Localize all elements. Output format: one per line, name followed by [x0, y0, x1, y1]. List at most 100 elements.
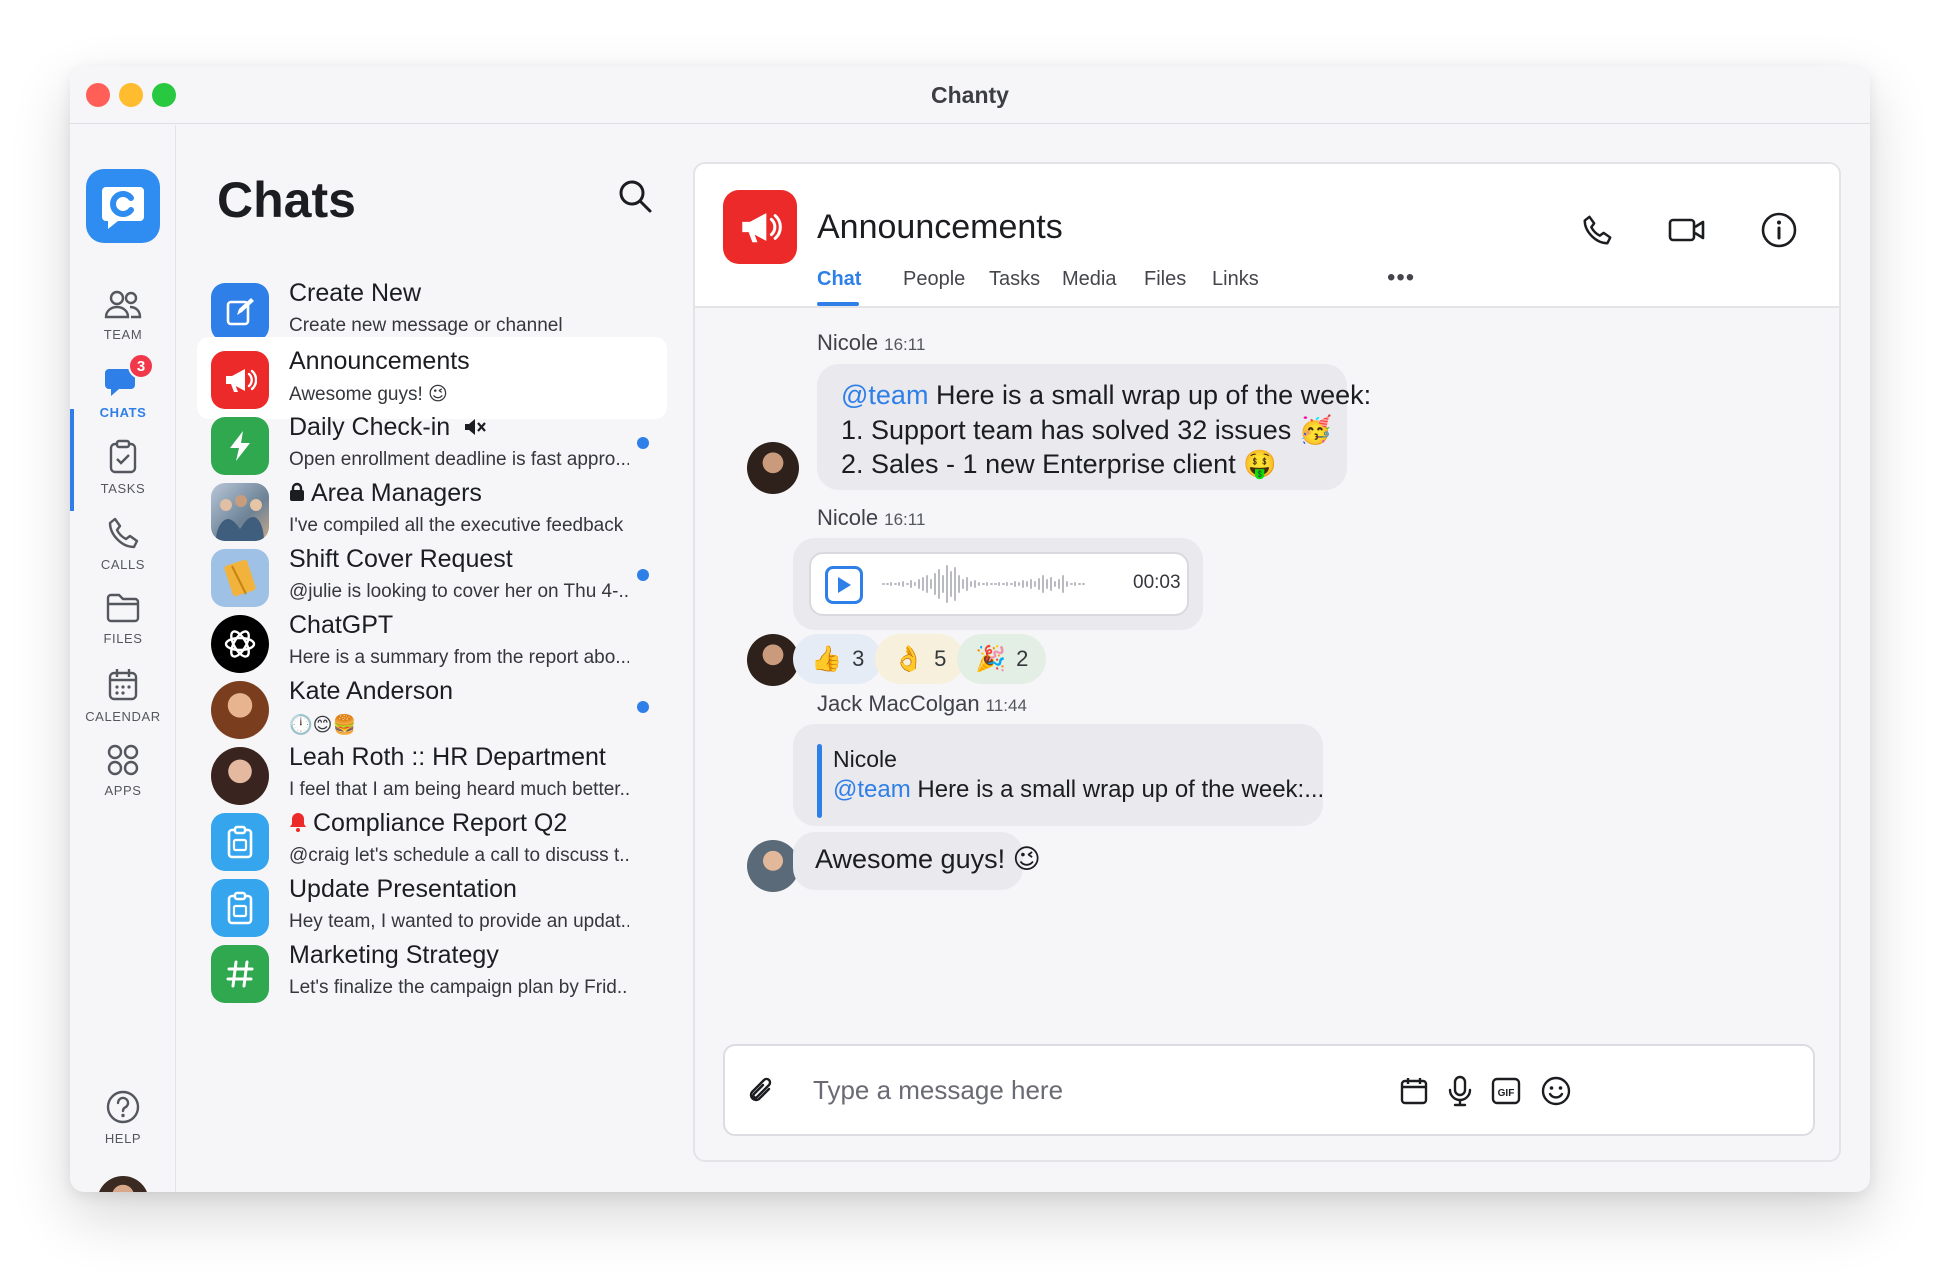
audio-duration: 00:03: [1133, 572, 1181, 593]
chat-preview: @julie is looking to cover her on Thu 4-…: [289, 581, 629, 602]
message-line: 2. Sales - 1 new Enterprise client 🤑: [841, 449, 1277, 479]
help-icon: [106, 1090, 140, 1124]
info-icon: [1761, 212, 1797, 248]
message-line: 1. Support team has solved 32 issues 🥳: [841, 415, 1333, 445]
message-bubble: Awesome guys! 😉: [793, 832, 1041, 890]
unread-dot: [637, 437, 649, 449]
user-avatar[interactable]: [97, 1176, 149, 1192]
tasks-icon: [109, 439, 137, 474]
smiley-icon: [1541, 1076, 1571, 1106]
quoted-message[interactable]: Nicole @team Here is a small wrap up of …: [793, 724, 1324, 826]
chat-name: Shift Cover Request: [289, 545, 513, 573]
apps-icon: [107, 744, 139, 776]
chat-preview: Create new message or channel: [289, 315, 563, 336]
rail-item-calendar[interactable]: CALENDAR: [70, 667, 176, 724]
conversation-pane: Announcements Chat People Tasks Media Fi…: [693, 162, 1841, 1162]
microphone-icon: [1448, 1075, 1472, 1107]
rail-item-help[interactable]: HELP: [70, 1089, 176, 1146]
reaction-emoji: 👌: [893, 644, 925, 673]
openai-icon: [211, 615, 269, 673]
chat-list-panel: Chats Create New Create new message or c…: [177, 125, 679, 1192]
compose-icon: [211, 283, 269, 341]
video-call-button[interactable]: [1665, 208, 1709, 252]
message-input[interactable]: Type a message here: [813, 1075, 1063, 1106]
voice-message-button[interactable]: [1439, 1070, 1481, 1112]
svg-text:GIF: GIF: [1498, 1088, 1515, 1099]
tab-files[interactable]: Files: [1144, 268, 1186, 291]
chat-preview: Let's finalize the campaign plan by Frid…: [289, 977, 629, 998]
avatar-photo: [211, 681, 269, 739]
gif-button[interactable]: GIF: [1485, 1070, 1527, 1112]
group-photo: [211, 483, 269, 541]
hash-icon: [211, 945, 269, 1003]
tab-media[interactable]: Media: [1062, 268, 1116, 291]
avatar[interactable]: [747, 634, 799, 686]
phone-icon: [1583, 215, 1612, 245]
avatar-photo: [211, 747, 269, 805]
sender-name: Nicole: [817, 505, 879, 530]
message-bubble: @team Here is a small wrap up of the wee…: [817, 364, 1371, 490]
chat-name: ChatGPT: [289, 611, 394, 639]
rail-item-team[interactable]: TEAM: [70, 289, 176, 342]
rail-item-tasks[interactable]: TASKS: [70, 439, 176, 496]
emoji-button[interactable]: [1535, 1070, 1577, 1112]
notebook-image: [211, 549, 269, 607]
chat-preview: Here is a summary from the report abo...: [289, 647, 629, 668]
quote-bar: [817, 744, 822, 818]
chat-name: Create New: [289, 279, 421, 307]
rail-item-apps[interactable]: APPS: [70, 743, 176, 798]
tab-chat[interactable]: Chat: [817, 268, 861, 291]
chat-name-text: Daily Check-in: [289, 413, 451, 441]
message-sender: Nicole 16:11: [817, 330, 925, 356]
sender-name: Nicole: [817, 330, 879, 355]
mention-link[interactable]: @team: [841, 380, 928, 410]
message-line: @team Here is a small wrap up of the wee…: [841, 380, 1371, 411]
reaction-thumbs-up[interactable]: 👍 3: [793, 634, 883, 684]
avatar[interactable]: [747, 840, 799, 892]
chanty-logo-icon: [102, 187, 144, 229]
call-button[interactable]: [1575, 208, 1619, 252]
reaction-party[interactable]: 🎉 2: [957, 634, 1047, 684]
rail-item-files[interactable]: FILES: [70, 591, 176, 646]
search-button[interactable]: [617, 178, 653, 219]
info-button[interactable]: [1757, 208, 1801, 252]
message-time: 16:11: [884, 335, 926, 354]
chat-preview: I've compiled all the executive feedback: [289, 515, 624, 536]
chat-name: Update Presentation: [289, 875, 517, 903]
title-bar: Chanty: [70, 66, 1870, 124]
rail-label-calls: CALLS: [100, 557, 146, 572]
tab-tasks[interactable]: Tasks: [989, 268, 1040, 291]
chat-name-text: Area Managers: [311, 479, 482, 507]
tab-people[interactable]: People: [903, 268, 965, 291]
chat-name: Announcements: [289, 347, 470, 375]
rail-label-team: TEAM: [103, 327, 143, 342]
reaction-count: 2: [1016, 646, 1029, 671]
more-tabs-button[interactable]: •••: [1387, 264, 1415, 292]
message-text: Awesome guys! 😉: [815, 844, 1041, 874]
rail-item-chats[interactable]: 3 CHATS: [70, 353, 176, 420]
files-icon: [106, 593, 140, 623]
mention-link[interactable]: @team: [833, 776, 911, 803]
muted-icon: [465, 419, 486, 435]
avatar[interactable]: [747, 442, 799, 494]
message-time: 16:11: [884, 510, 926, 529]
app-window: Chanty TEAM 3 CHATS TASKS CALLS FILES CA…: [70, 66, 1870, 1192]
schedule-button[interactable]: [1393, 1070, 1435, 1112]
tab-links[interactable]: Links: [1212, 268, 1259, 291]
chat-preview: @craig let's schedule a call to discuss …: [289, 845, 629, 866]
chat-item-marketing-strategy[interactable]: Marketing Strategy Let's finalize the ca…: [197, 931, 667, 1013]
chanty-logo[interactable]: [86, 169, 160, 243]
reaction-ok-hand[interactable]: 👌 5: [875, 634, 965, 684]
nav-rail: TEAM 3 CHATS TASKS CALLS FILES CALENDAR …: [70, 125, 176, 1192]
audio-waveform[interactable]: [881, 560, 1111, 608]
chat-preview: Open enrollment deadline is fast appro..…: [289, 449, 629, 470]
attach-button[interactable]: [741, 1070, 783, 1112]
chat-name: Daily Check-in: [289, 413, 487, 442]
window-title: Chanty: [931, 82, 1009, 108]
reaction-emoji: 🎉: [975, 644, 1007, 673]
audio-message-bubble: 00:03: [793, 538, 1203, 630]
play-button[interactable]: [825, 566, 863, 604]
reaction-count: 5: [934, 646, 947, 671]
rail-item-calls[interactable]: CALLS: [70, 515, 176, 572]
clipboard-icon: [211, 879, 269, 937]
